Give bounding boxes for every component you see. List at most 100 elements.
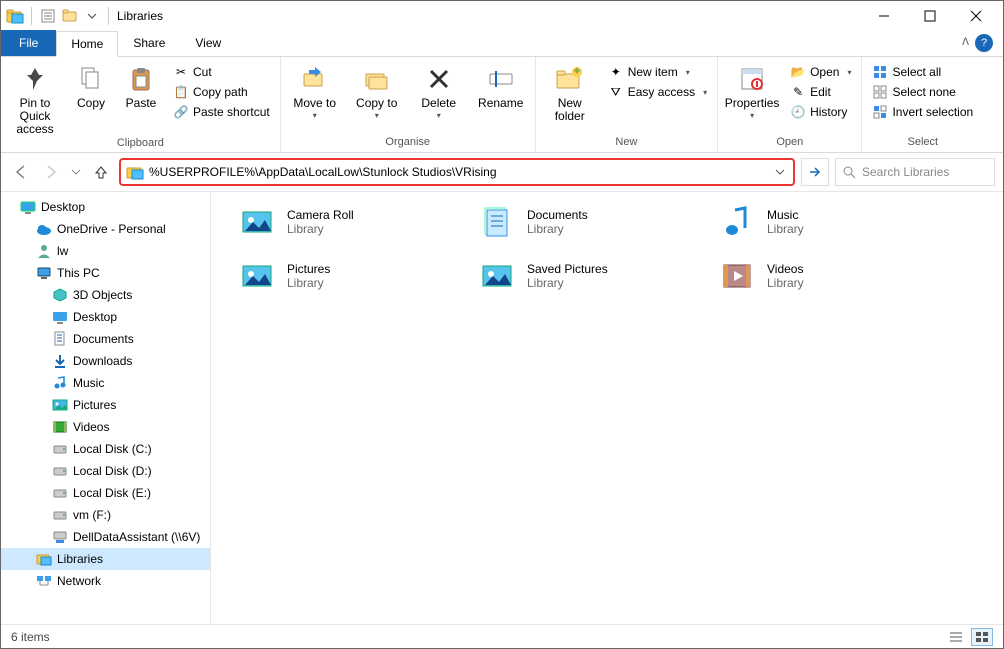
qat-newfolder-icon[interactable] xyxy=(60,6,80,26)
tree-item-label: Pictures xyxy=(73,398,116,412)
move-to-button[interactable]: Move to ▾ xyxy=(287,59,343,121)
window-title: Libraries xyxy=(117,9,163,23)
minimize-button[interactable] xyxy=(861,1,907,31)
tree-item-delldataassistant-6v-[interactable]: DellDataAssistant (\\6V) xyxy=(1,526,210,548)
tree-item-3d-objects[interactable]: 3D Objects xyxy=(1,284,210,306)
invert-selection-button[interactable]: Invert selection xyxy=(868,103,977,121)
tree-item-documents[interactable]: Documents xyxy=(1,328,210,350)
ribbon-collapse-icon[interactable]: ᐱ xyxy=(962,37,969,48)
cut-button[interactable]: ✂Cut xyxy=(169,63,274,81)
tree-item-videos[interactable]: Videos xyxy=(1,416,210,438)
qat-dropdown-icon[interactable] xyxy=(82,6,102,26)
chevron-down-icon: ▾ xyxy=(313,112,317,121)
tree-item-label: This PC xyxy=(57,266,100,280)
edit-button[interactable]: ✎Edit xyxy=(786,83,855,101)
tree-item-network[interactable]: Network xyxy=(1,570,210,592)
tree-item-label: Documents xyxy=(73,332,134,346)
doc-icon xyxy=(477,202,517,242)
up-button[interactable] xyxy=(89,160,113,184)
pin-to-quickaccess-button[interactable]: Pin to Quick access xyxy=(7,59,63,137)
address-input[interactable] xyxy=(145,160,771,184)
details-view-button[interactable] xyxy=(945,628,967,646)
library-item-music[interactable]: MusicLibrary xyxy=(717,202,917,242)
nav-bar: Search Libraries xyxy=(1,153,1003,191)
tree-item-lw[interactable]: lw xyxy=(1,240,210,262)
qat-properties-icon[interactable] xyxy=(38,6,58,26)
history-button[interactable]: 🕘History xyxy=(786,103,855,121)
tree-item-label: DellDataAssistant (\\6V) xyxy=(73,530,200,544)
explorer-icon xyxy=(5,6,25,26)
pic-icon xyxy=(51,397,69,413)
tree-item-desktop[interactable]: Desktop xyxy=(1,306,210,328)
tree-item-local-disk-c-[interactable]: Local Disk (C:) xyxy=(1,438,210,460)
back-button[interactable] xyxy=(9,160,33,184)
close-button[interactable] xyxy=(953,1,999,31)
library-item-subtitle: Library xyxy=(527,276,608,290)
library-item-pictures[interactable]: PicturesLibrary xyxy=(237,256,437,296)
tree-item-music[interactable]: Music xyxy=(1,372,210,394)
rename-button[interactable]: Rename xyxy=(473,59,529,110)
library-item-saved-pictures[interactable]: Saved PicturesLibrary xyxy=(477,256,677,296)
tree-item-onedrive-personal[interactable]: OneDrive - Personal xyxy=(1,218,210,240)
tab-home[interactable]: Home xyxy=(56,31,118,57)
scissors-icon: ✂ xyxy=(173,64,189,80)
user-icon xyxy=(35,243,53,259)
group-clipboard: Pin to Quick access Copy Paste ✂Cut 📋Cop… xyxy=(1,57,281,152)
new-folder-button[interactable]: ✦ New folder xyxy=(542,59,598,123)
address-dropdown-icon[interactable] xyxy=(771,167,789,177)
onedrive-icon xyxy=(35,221,53,237)
paste-shortcut-icon: 🔗 xyxy=(173,104,189,120)
tree-item-local-disk-e-[interactable]: Local Disk (E:) xyxy=(1,482,210,504)
tree-item-label: Videos xyxy=(73,420,109,434)
tree-item-local-disk-d-[interactable]: Local Disk (D:) xyxy=(1,460,210,482)
help-icon[interactable]: ? xyxy=(975,34,993,52)
open-button[interactable]: 📂Open▾ xyxy=(786,63,855,81)
tree-item-this-pc[interactable]: This PC xyxy=(1,262,210,284)
maximize-button[interactable] xyxy=(907,1,953,31)
delete-button[interactable]: Delete ▾ xyxy=(411,59,467,121)
status-bar: 6 items xyxy=(1,624,1003,648)
library-item-name: Documents xyxy=(527,208,588,222)
copy-icon xyxy=(75,63,107,95)
forward-button[interactable] xyxy=(39,160,63,184)
search-box[interactable]: Search Libraries xyxy=(835,158,995,186)
copy-button[interactable]: Copy xyxy=(69,59,113,110)
go-button[interactable] xyxy=(801,158,829,186)
tree-item-vm-f-[interactable]: vm (F:) xyxy=(1,504,210,526)
recent-locations-button[interactable] xyxy=(69,160,83,184)
properties-button[interactable]: Properties ▾ xyxy=(724,59,780,121)
tree-item-downloads[interactable]: Downloads xyxy=(1,350,210,372)
nav-tree[interactable]: Desktop OneDrive - Personallw This PC 3D Ob… xyxy=(1,192,211,624)
vid-icon xyxy=(717,256,757,296)
tab-view[interactable]: View xyxy=(180,30,236,56)
easy-access-button[interactable]: ⛛Easy access▾ xyxy=(604,83,711,101)
invert-icon xyxy=(872,104,888,120)
copy-to-button[interactable]: Copy to ▾ xyxy=(349,59,405,121)
paste-button[interactable]: Paste xyxy=(119,59,163,110)
ribbon-tabs: File Home Share View ᐱ ? xyxy=(1,31,1003,57)
title-bar: Libraries xyxy=(1,1,1003,31)
library-item-videos[interactable]: VideosLibrary xyxy=(717,256,917,296)
new-item-button[interactable]: ✦New item▾ xyxy=(604,63,711,81)
content-pane[interactable]: Camera RollLibraryDocumentsLibraryMusicL… xyxy=(211,192,1003,624)
select-none-button[interactable]: Select none xyxy=(868,83,977,101)
select-all-button[interactable]: Select all xyxy=(868,63,977,81)
library-item-documents[interactable]: DocumentsLibrary xyxy=(477,202,677,242)
tree-item-label: Local Disk (C:) xyxy=(73,442,152,456)
tree-item-label: Music xyxy=(73,376,104,390)
address-bar[interactable] xyxy=(119,158,795,186)
tree-item-label: vm (F:) xyxy=(73,508,111,522)
library-item-subtitle: Library xyxy=(527,222,588,236)
tree-item-label: Desktop xyxy=(41,200,85,214)
tree-item-pictures[interactable]: Pictures xyxy=(1,394,210,416)
file-menu[interactable]: File xyxy=(1,30,56,56)
libraries-addr-icon xyxy=(125,162,145,182)
tab-share[interactable]: Share xyxy=(118,30,180,56)
paste-shortcut-button[interactable]: 🔗Paste shortcut xyxy=(169,103,274,121)
tree-item-desktop[interactable]: Desktop xyxy=(1,196,210,218)
largeicons-view-button[interactable] xyxy=(971,628,993,646)
copy-path-button[interactable]: 📋Copy path xyxy=(169,83,274,101)
tree-item-libraries[interactable]: Libraries xyxy=(1,548,210,570)
library-item-camera-roll[interactable]: Camera RollLibrary xyxy=(237,202,437,242)
svg-text:✦: ✦ xyxy=(572,66,582,78)
